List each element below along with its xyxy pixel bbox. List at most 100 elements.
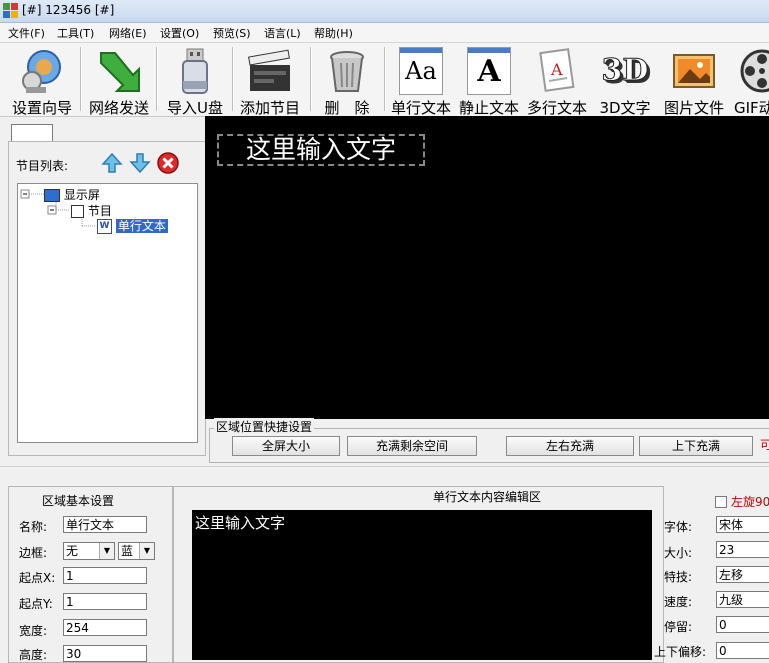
border-color-value: 蓝 xyxy=(121,544,134,558)
single-text-button[interactable]: Aa 单行文本 xyxy=(388,43,454,117)
name-label: 名称: xyxy=(19,520,48,534)
quick-settings-extra[interactable]: 可 xyxy=(760,436,769,453)
toolbar: 设置向导 网络发送 导入U盘 添加节目 删 除 Aa 单行文本 A 静止文本 A… xyxy=(0,43,769,117)
border-style-select[interactable]: 无 ▼ xyxy=(63,542,115,560)
delete-button[interactable]: 删 除 xyxy=(314,43,380,117)
gif-animation-button[interactable]: GIF动 xyxy=(732,43,769,117)
text-editor-content[interactable]: 这里输入文字 xyxy=(195,512,285,533)
effect-label: 特技: xyxy=(664,570,693,584)
speed-select[interactable]: 九级 xyxy=(716,591,769,608)
single-text-icon: Aa xyxy=(399,47,443,95)
static-text-icon-glyph: A xyxy=(477,54,501,89)
wizard-icon xyxy=(18,47,66,95)
tree-node-single-text-label: 单行文本 xyxy=(115,219,168,233)
picture-file-button[interactable]: 图片文件 xyxy=(660,43,728,117)
text-editor-title: 单行文本内容编辑区 xyxy=(433,490,542,504)
import-usb-button[interactable]: 导入U盘 xyxy=(160,43,230,117)
title-bar xyxy=(0,0,769,23)
menu-network[interactable]: 网络(E) xyxy=(109,25,147,41)
monitor-icon xyxy=(44,189,60,202)
width-label: 宽度: xyxy=(19,624,48,638)
fullscreen-size-button[interactable]: 全屏大小 xyxy=(232,436,340,456)
tree-node-screen[interactable]: 显示屏 xyxy=(44,186,100,203)
stay-field[interactable]: 0 xyxy=(716,616,769,633)
program-icon xyxy=(71,205,84,218)
app-logo-icon xyxy=(3,3,18,18)
width-field[interactable]: 254 xyxy=(63,619,147,636)
window-title: [#] 123456 [#] xyxy=(22,3,115,17)
height-field[interactable]: 30 xyxy=(63,645,147,662)
rotate-checkbox[interactable] xyxy=(715,496,727,508)
download-arrow-icon xyxy=(95,47,143,95)
basic-settings-title: 区域基本设置 xyxy=(42,494,115,508)
vertical-offset-field[interactable]: 0 xyxy=(716,642,769,659)
setup-wizard-label: 设置向导 xyxy=(11,99,72,117)
rotate-label: 左旋90 xyxy=(731,495,769,509)
border-color-select[interactable]: 蓝 ▼ xyxy=(118,542,155,560)
start-y-label: 起点Y: xyxy=(19,597,53,611)
static-text-icon: A xyxy=(467,47,511,95)
multiline-text-label: 多行文本 xyxy=(526,99,587,117)
multiline-text-button[interactable]: A 多行文本 xyxy=(524,43,590,117)
picture-icon xyxy=(670,47,718,95)
tree-node-single-text[interactable]: W 单行文本 xyxy=(97,217,168,234)
program-list-label: 节目列表: xyxy=(16,159,69,173)
chevron-down-icon: ▼ xyxy=(139,543,154,559)
fill-remaining-button[interactable]: 充满剩余空间 xyxy=(347,436,477,456)
multiline-text-icon: A xyxy=(533,47,581,95)
fill-vertical-button[interactable]: 上下充满 xyxy=(639,436,753,456)
word-doc-icon: W xyxy=(97,219,112,234)
svg-text:A: A xyxy=(550,60,563,79)
name-field[interactable]: 单行文本 xyxy=(63,516,147,533)
move-up-icon[interactable] xyxy=(100,151,124,175)
tree-node-screen-label: 显示屏 xyxy=(63,188,100,202)
menu-preview[interactable]: 预览(S) xyxy=(213,25,251,41)
font-label: 字体: xyxy=(664,520,693,534)
menu-bar: 文件(F) 工具(T) 网络(E) 设置(O) 预览(S) 语言(L) 帮助(H… xyxy=(0,23,769,43)
size-field[interactable]: 23 xyxy=(716,541,769,558)
film-reel-icon xyxy=(738,47,769,95)
static-text-button[interactable]: A 静止文本 xyxy=(456,43,522,117)
static-text-label: 静止文本 xyxy=(458,99,519,117)
stay-label: 停留: xyxy=(664,620,693,634)
clapperboard-icon xyxy=(246,47,294,95)
menu-settings[interactable]: 设置(O) xyxy=(160,25,199,41)
add-program-label: 添加节目 xyxy=(239,99,300,117)
start-x-label: 起点X: xyxy=(19,571,56,585)
setup-wizard-button[interactable]: 设置向导 xyxy=(8,43,76,117)
3d-text-icon-glyph: 3D xyxy=(601,53,649,89)
menu-language[interactable]: 语言(L) xyxy=(264,25,301,41)
tree-node-program-label: 节目 xyxy=(87,204,112,218)
start-x-field[interactable]: 1 xyxy=(63,567,147,584)
vertical-offset-label: 上下偏移: xyxy=(654,645,707,659)
remove-icon[interactable] xyxy=(156,151,180,175)
font-select[interactable]: 宋体 xyxy=(716,516,769,533)
border-label: 边框: xyxy=(19,546,48,560)
add-program-button[interactable]: 添加节目 xyxy=(236,43,304,117)
usb-drive-icon xyxy=(171,47,219,95)
move-down-icon[interactable] xyxy=(128,151,152,175)
fill-horizontal-button[interactable]: 左右充满 xyxy=(506,436,634,456)
border-style-value: 无 xyxy=(66,544,79,558)
size-label: 大小: xyxy=(664,546,693,560)
chevron-down-icon: ▼ xyxy=(99,543,114,559)
program-tree: 显示屏 节目 W 单行文本 xyxy=(17,183,198,443)
menu-help[interactable]: 帮助(H) xyxy=(314,25,353,41)
network-send-label: 网络发送 xyxy=(88,99,149,117)
panel-tab[interactable] xyxy=(11,124,53,142)
single-text-label: 单行文本 xyxy=(390,99,451,117)
network-send-button[interactable]: 网络发送 xyxy=(84,43,154,117)
gif-animation-label: GIF动 xyxy=(734,99,769,117)
menu-file[interactable]: 文件(F) xyxy=(8,25,45,41)
start-y-field[interactable]: 1 xyxy=(63,593,147,610)
picture-file-label: 图片文件 xyxy=(663,99,724,117)
trash-bin-icon xyxy=(323,47,371,95)
delete-label: 删 除 xyxy=(324,99,370,117)
3d-text-button[interactable]: 3D 3D文字 xyxy=(594,43,656,118)
menu-tools[interactable]: 工具(T) xyxy=(57,25,94,41)
effect-select[interactable]: 左移 xyxy=(716,566,769,583)
import-usb-label: 导入U盘 xyxy=(167,99,223,117)
preview-text-region[interactable]: 这里输入文字 xyxy=(216,134,426,166)
single-text-icon-glyph: Aa xyxy=(405,57,437,85)
3d-text-icon: 3D xyxy=(601,47,649,95)
